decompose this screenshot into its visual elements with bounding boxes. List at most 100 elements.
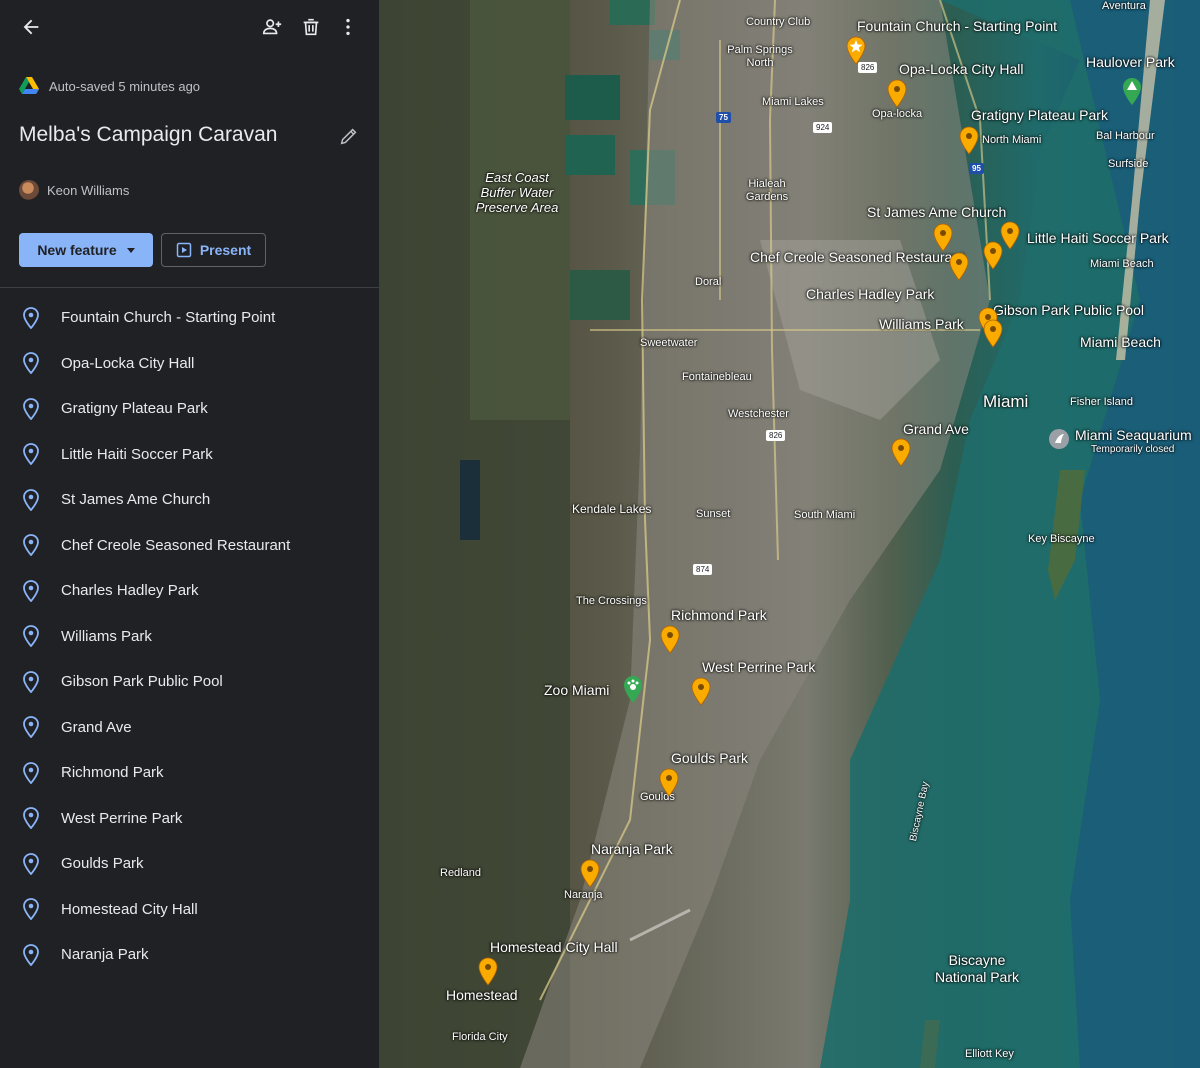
map-marker-icon[interactable] <box>958 125 980 155</box>
paw-icon[interactable] <box>622 674 644 704</box>
feature-list-item[interactable]: Little Haiti Soccer Park <box>0 432 379 478</box>
place-pin-icon <box>21 443 41 466</box>
owner-name: Keon Williams <box>47 182 130 198</box>
feature-list-item[interactable]: Gratigny Plateau Park <box>0 386 379 432</box>
feature-list-item[interactable]: Goulds Park <box>0 841 379 887</box>
feature-list-item[interactable]: Gibson Park Public Pool <box>0 659 379 705</box>
place-label: Miami Lakes <box>762 96 824 108</box>
place-pin-icon <box>21 852 41 875</box>
map-marker-icon[interactable] <box>477 956 499 986</box>
place-pin-icon <box>21 625 41 648</box>
place-label: The Crossings <box>576 595 647 607</box>
feature-list-item[interactable]: West Perrine Park <box>0 796 379 842</box>
new-feature-button[interactable]: New feature <box>19 233 153 267</box>
map-marker-icon[interactable] <box>886 78 908 108</box>
map-marker-icon[interactable] <box>890 437 912 467</box>
feature-label: Grand Ave <box>903 421 969 437</box>
place-label: Miami Beach <box>1080 334 1161 350</box>
place-label: Haulover Park <box>1086 54 1175 70</box>
feature-list-item[interactable]: St James Ame Church <box>0 477 379 523</box>
share-button[interactable] <box>257 12 287 42</box>
place-pin-icon <box>21 488 41 511</box>
interstate-shield: 75 <box>716 112 731 123</box>
new-feature-label: New feature <box>37 242 117 258</box>
feature-label: West Perrine Park <box>702 659 816 675</box>
feature-list-item[interactable]: Fountain Church - Starting Point <box>0 295 379 341</box>
place-label: Miami Beach <box>1090 258 1154 270</box>
route-shield: 924 <box>813 122 833 133</box>
map-title[interactable]: Melba's Campaign Caravan <box>19 123 277 147</box>
feature-list-item[interactable]: Charles Hadley Park <box>0 568 379 614</box>
present-button[interactable]: Present <box>161 233 266 267</box>
place-pin-icon <box>21 306 41 329</box>
place-label: Key Biscayne <box>1028 533 1095 545</box>
interstate-shield: 95 <box>969 163 984 174</box>
map-marker-icon[interactable] <box>948 251 970 281</box>
map-marker-icon[interactable] <box>982 240 1004 270</box>
feature-label: Fountain Church - Starting Point <box>857 18 1057 34</box>
place-label: Opa-locka <box>872 108 923 120</box>
feature-list-item[interactable]: Opa-Locka City Hall <box>0 341 379 387</box>
place-label: Hialeah Gardens <box>745 178 789 203</box>
feature-label: Homestead City Hall <box>490 939 618 955</box>
place-label: Temporarily closed <box>1091 444 1175 455</box>
drive-icon <box>19 77 39 94</box>
more-options-button[interactable] <box>333 12 363 42</box>
edit-title-button[interactable] <box>334 121 364 151</box>
place-pin-icon <box>21 943 41 966</box>
map-marker-icon[interactable] <box>690 676 712 706</box>
place-pin-icon <box>21 352 41 375</box>
feature-label: Gratigny Plateau Park <box>971 107 1108 123</box>
place-label: Fontainebleau <box>682 371 752 383</box>
feature-label: Richmond Park <box>671 607 767 623</box>
map-marker-icon[interactable] <box>982 318 1004 348</box>
present-icon <box>176 242 192 258</box>
delete-button[interactable] <box>296 12 326 42</box>
map-marker-icon[interactable] <box>579 858 601 888</box>
feature-list-item[interactable]: Williams Park <box>0 614 379 660</box>
place-label: East Coast Buffer Water Preserve Area <box>475 170 559 215</box>
feature-list: Fountain Church - Starting Point Opa-Lock… <box>0 295 379 978</box>
feature-list-item[interactable]: Homestead City Hall <box>0 887 379 933</box>
feature-list-item[interactable]: Richmond Park <box>0 750 379 796</box>
feature-list-item[interactable]: Chef Creole Seasoned Restaurant <box>0 523 379 569</box>
feature-label: Naranja Park <box>591 841 673 857</box>
feature-list-label: Grand Ave <box>61 718 132 736</box>
feature-label: St James Ame Church <box>867 204 1007 220</box>
place-label: Elliott Key <box>965 1048 1014 1060</box>
star-marker-icon[interactable] <box>845 35 867 65</box>
seaquarium-icon[interactable] <box>1048 428 1070 450</box>
feature-list-label: Homestead City Hall <box>61 900 198 918</box>
map-marker-icon[interactable] <box>658 767 680 797</box>
place-label: Bal Harbour <box>1096 130 1155 142</box>
feature-list-label: Naranja Park <box>61 946 149 964</box>
more-vert-icon <box>346 18 350 36</box>
map-marker-icon[interactable] <box>932 222 954 252</box>
place-label: Doral <box>695 276 722 288</box>
place-pin-icon <box>21 807 41 830</box>
add-person-icon <box>262 19 282 35</box>
place-label: Fisher Island <box>1070 396 1133 408</box>
feature-list-item[interactable]: Grand Ave <box>0 705 379 751</box>
back-button[interactable] <box>16 12 46 42</box>
place-label: Zoo Miami <box>544 682 610 698</box>
autosave-text: Auto-saved 5 minutes ago <box>49 78 201 94</box>
place-label: Miami <box>983 392 1029 411</box>
feature-label: Opa-Locka City Hall <box>899 61 1024 77</box>
map-marker-icon[interactable] <box>659 624 681 654</box>
place-pin-icon <box>21 761 41 784</box>
feature-list-label: Chef Creole Seasoned Restaurant <box>61 536 291 554</box>
feature-list-item[interactable]: Naranja Park <box>0 932 379 978</box>
feature-list-label: Gibson Park Public Pool <box>61 673 223 691</box>
feature-label: Williams Park <box>879 316 964 332</box>
route-shield: 826 <box>766 430 786 441</box>
map-canvas[interactable]: 826 75 924 95 826 874 Aventura Country C… <box>380 0 1200 1068</box>
feature-list-label: West Perrine Park <box>61 809 183 827</box>
map-owner: Keon Williams <box>19 180 129 200</box>
place-label: Miami Seaquarium <box>1075 427 1192 443</box>
place-label: Homestead <box>446 987 518 1003</box>
feature-list-label: Williams Park <box>61 627 152 645</box>
park-marker-icon[interactable] <box>1121 76 1143 106</box>
route-shield: 874 <box>693 564 713 575</box>
place-label: Country Club <box>746 16 811 28</box>
